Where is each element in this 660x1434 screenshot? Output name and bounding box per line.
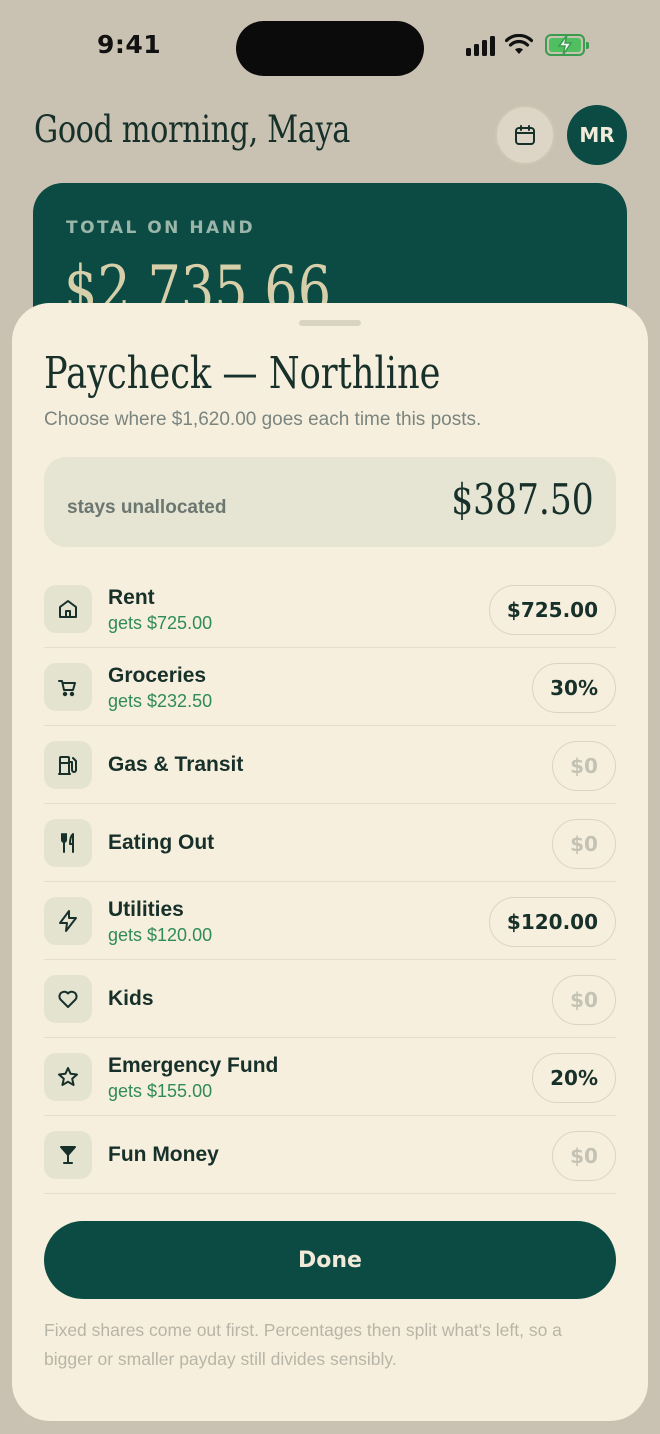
fuel-icon <box>44 741 92 789</box>
calendar-button[interactable] <box>495 105 555 165</box>
category-value-input[interactable]: $725.00 <box>488 585 616 635</box>
dynamic-island <box>236 21 424 76</box>
sheet-subtitle: Choose where $1,620.00 goes each time th… <box>44 409 482 430</box>
category-name: Fun Money <box>108 1143 219 1166</box>
category-value-input[interactable]: 20% <box>532 1053 616 1103</box>
category-row-rent[interactable]: Rent gets $725.00 $725.00 <box>44 570 616 648</box>
category-value-input[interactable]: $0 <box>552 1131 616 1181</box>
sheet-title: Paycheck — Northline <box>44 348 441 399</box>
category-name: Gas & Transit <box>108 753 244 776</box>
category-value-input[interactable]: $0 <box>552 975 616 1025</box>
done-button[interactable]: Done <box>44 1221 616 1299</box>
category-name: Kids <box>108 987 154 1010</box>
category-value-input[interactable]: $0 <box>552 819 616 869</box>
avatar[interactable]: MR <box>567 105 627 165</box>
category-amount-note: gets $155.00 <box>108 1081 213 1101</box>
greeting-title: Good morning, Maya <box>34 108 350 151</box>
category-row-emergency-fund[interactable]: Emergency Fund gets $155.00 20% <box>44 1038 616 1116</box>
category-row-groceries[interactable]: Groceries gets $232.50 30% <box>44 648 616 726</box>
status-icons <box>466 34 589 56</box>
status-time: 9:41 <box>97 30 162 59</box>
category-value-input[interactable]: $120.00 <box>488 897 616 947</box>
category-name: Utilities <box>108 898 184 921</box>
category-amount-note: gets $120.00 <box>108 925 213 945</box>
category-name: Groceries <box>108 664 207 687</box>
cart-icon <box>44 663 92 711</box>
star-icon <box>44 1053 92 1101</box>
category-row-gas-transit[interactable]: Gas & Transit $0 <box>44 726 616 804</box>
category-amount-note: gets $232.50 <box>108 691 213 711</box>
category-name: Emergency Fund <box>108 1054 279 1077</box>
unallocated-label: stays unallocated <box>67 497 227 518</box>
category-name: Rent <box>108 586 155 609</box>
wifi-icon <box>505 34 533 54</box>
total-label: TOTAL ON HAND <box>66 218 256 238</box>
signal-icon <box>466 34 495 56</box>
category-value-input[interactable]: 30% <box>532 663 616 713</box>
bolt-icon <box>44 897 92 945</box>
category-row-utilities[interactable]: Utilities gets $120.00 $120.00 <box>44 882 616 960</box>
utensils-icon <box>44 819 92 867</box>
calendar-icon <box>515 125 535 145</box>
category-row-kids[interactable]: Kids $0 <box>44 960 616 1038</box>
unallocated-box: stays unallocated $387.50 <box>44 457 616 547</box>
unallocated-amount: $387.50 <box>451 475 594 524</box>
sheet-grabber[interactable] <box>299 320 361 326</box>
category-amount-note: gets $725.00 <box>108 613 213 633</box>
heart-icon <box>44 975 92 1023</box>
home-icon <box>44 585 92 633</box>
allocation-sheet: Paycheck — Northline Choose where $1,620… <box>12 303 648 1421</box>
category-value-input[interactable]: $0 <box>552 741 616 791</box>
category-name: Eating Out <box>108 831 215 854</box>
battery-icon <box>545 34 589 56</box>
cocktail-icon <box>44 1131 92 1179</box>
category-row-fun-money[interactable]: Fun Money $0 <box>44 1116 616 1194</box>
category-row-eating-out[interactable]: Eating Out $0 <box>44 804 616 882</box>
footnote: Fixed shares come out first. Percentages… <box>44 1320 562 1369</box>
category-list: Rent gets $725.00 $725.00 Groceries gets… <box>44 570 616 1194</box>
